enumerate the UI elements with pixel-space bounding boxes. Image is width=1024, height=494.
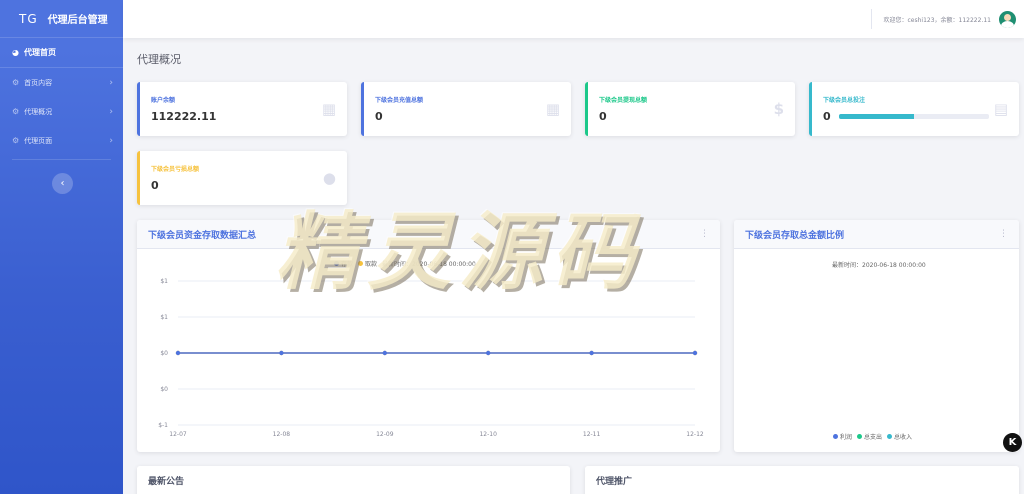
chevron-right-icon: › [109,135,113,146]
data-point[interactable] [692,350,698,356]
clipboard-icon: ▤ [993,100,1008,118]
avatar[interactable] [999,10,1016,28]
sidebar-item-pages[interactable]: ⚙ 代理页面 › [0,126,123,155]
dollar-icon: $ [773,100,784,118]
more-icon[interactable]: ⋮ [999,229,1008,239]
notice-panel: 最新公告 [137,466,570,494]
calendar-icon: ▦ [321,100,336,118]
topbar-divider [870,9,872,29]
sidebar: TG 代理后台管理 ◕ 代理首页 ⚙ 首页内容 › ⚙ 代理概况 › ⚙ 代理页… [0,0,123,494]
stat-label: 下级会员亏损总额 [151,166,200,173]
legend-swatch [857,434,863,439]
stat-label: 下级会员提现总额 [599,97,648,104]
stat-value: 112222.11 [151,110,217,123]
data-point[interactable] [589,350,594,356]
stat-card-withdraw: 下级会员提现总额 0 $ [585,82,795,136]
stat-label: 下级会员总投注 [823,97,866,104]
legend-label: 总收入 [894,434,913,441]
panel-title: 代理推广 [596,476,633,487]
stat-card-deposit: 下级会员充值总额 0 ▦ [361,82,571,136]
x-tick-label: 12-10 [479,431,497,438]
comments-icon: ● [322,169,336,187]
pie-chart-panel: 下级会员存取总金额比例 ⋮ 最新时间：2020-06-18 00:00:00 利… [734,220,1019,452]
sidebar-toggle-button[interactable]: ‹ [52,173,73,194]
panel-title: 下级会员存取总金额比例 [745,230,845,241]
sidebar-item-home[interactable]: ◕ 代理首页 [0,38,123,68]
legend-label: 总支出 [864,434,883,441]
x-tick-label: 12-12 [686,431,704,438]
chevron-right-icon: › [109,77,113,88]
brand-title: 代理后台管理 [47,15,108,26]
sidebar-item-label: 代理概况 [24,107,53,116]
y-tick-label: $0 [160,386,168,393]
welcome-text: 欢迎您：ceshi123，余额：112222.11 [883,16,992,24]
y-tick-label: $-1 [158,422,168,429]
stat-label: 账户余额 [151,97,176,104]
brand-logo: TG [19,11,38,26]
panel-header: 下级会员存取总金额比例 ⋮ [734,220,1019,249]
stat-card-loss: 下级会员亏损总额 0 ● [137,151,347,205]
line-chart: $1 $1 $0 $0 $-112-07 12-08 12-09 12-10 12-11 12-1… [158,278,704,438]
line-chart-panel: 下级会员资金存取数据汇总 ⋮ 存款 取款 最新时间：2020-06-18 00:… [137,220,720,452]
sidebar-brand[interactable]: TG 代理后台管理 [0,0,123,38]
sidebar-item-home-content[interactable]: ⚙ 首页内容 › [0,68,123,97]
stat-label: 下级会员充值总额 [375,97,424,104]
progress-bar [838,114,989,119]
gear-icon: ⚙ [12,136,20,145]
x-tick-label: 12-08 [273,431,291,438]
topbar: 欢迎您：ceshi123，余额：112222.11 [123,0,1024,38]
data-point[interactable] [279,350,284,356]
panel-header: 代理推广 [585,466,1019,494]
legend-item[interactable]: 总收入 [887,432,912,441]
legend-label: 利润 [840,434,853,441]
y-tick-label: $1 [160,314,168,321]
stat-value: 0 [375,110,383,123]
sidebar-item-label: 首页内容 [24,78,53,87]
stat-value: 0 [823,110,831,123]
stat-value: 0 [151,179,159,192]
sidebar-divider [12,159,111,160]
legend-item[interactable]: 总支出 [857,432,882,441]
x-tick-label: 12-11 [583,431,601,438]
sidebar-item-overview[interactable]: ⚙ 代理概况 › [0,97,123,126]
sidebar-item-label: 代理首页 [23,48,56,57]
progress-fill [838,114,914,119]
floating-k-badge[interactable]: K [1003,433,1022,452]
page-title: 代理概况 [137,53,181,66]
panel-header: 最新公告 [137,466,570,494]
legend-swatch [833,434,838,439]
data-point[interactable] [175,350,181,356]
chevron-right-icon: › [109,106,113,117]
gear-icon: ⚙ [12,78,20,87]
calendar-icon: ▦ [545,100,560,118]
x-tick-label: 12-07 [169,431,187,438]
y-tick-label: $0 [160,350,168,357]
stat-card-balance: 账户余额 112222.11 ▦ [137,82,347,136]
gear-icon: ⚙ [12,107,20,116]
data-point[interactable] [382,350,387,356]
dashboard-icon: ◕ [12,48,19,57]
legend-item[interactable]: 利润 [833,432,852,441]
stat-value: 0 [599,110,607,123]
sidebar-item-label: 代理页面 [24,136,53,145]
pie-updated-time: 最新时间：2020-06-18 00:00:00 [832,262,926,269]
y-tick-label: $1 [160,278,168,285]
data-point[interactable] [486,350,491,356]
legend-swatch [887,434,893,439]
promo-panel: 代理推广 [585,466,1019,494]
panel-title: 最新公告 [148,476,185,487]
pie-legend: 利润 总支出 总收入 [833,432,917,441]
stat-card-bets: 下级会员总投注 0 ▤ [809,82,1019,136]
x-tick-label: 12-09 [376,431,394,438]
